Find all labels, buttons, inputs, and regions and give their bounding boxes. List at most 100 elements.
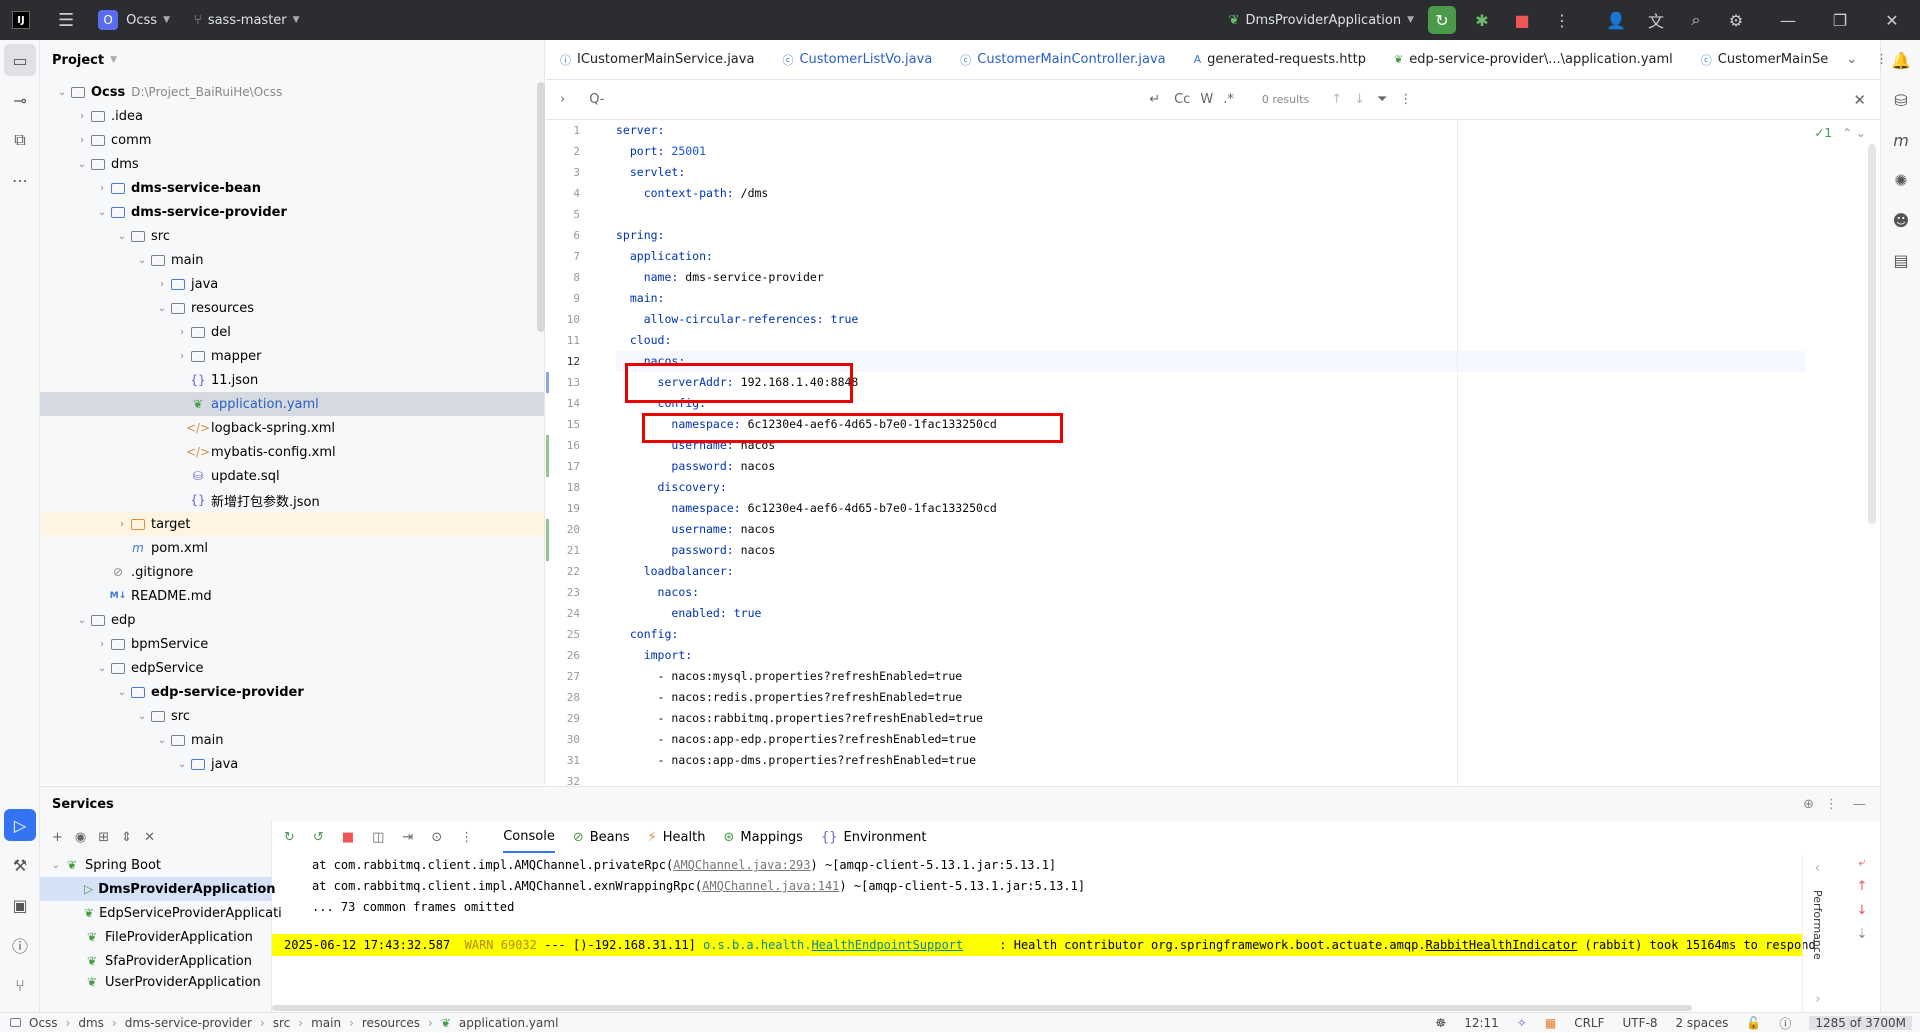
tree-item[interactable]: › java — [40, 272, 544, 296]
find-input[interactable]: Q- — [589, 92, 1149, 107]
chevron-right-icon[interactable]: › — [94, 639, 110, 650]
tab-beans[interactable]: ⊘ Beans — [573, 830, 630, 845]
tree-item[interactable]: ⌄ src — [40, 224, 544, 248]
tree-item[interactable]: ⌄ edp-service-provider — [40, 680, 544, 704]
service-item[interactable]: ❦ UserProviderApplication — [40, 973, 271, 991]
restart-icon[interactable]: ↺ — [313, 830, 324, 845]
tree-item[interactable]: m pom.xml — [40, 536, 544, 560]
console-output[interactable]: at com.rabbitmq.client.impl.AMQChannel.p… — [272, 855, 1816, 1013]
chevron-right-icon[interactable]: › — [174, 327, 190, 338]
debug-icon[interactable]: ✱ — [1468, 6, 1496, 34]
collapse-all-icon[interactable]: ✕ — [144, 830, 155, 845]
code-area[interactable]: server: port: 25001 servlet: context-pat… — [616, 120, 1806, 785]
words-toggle[interactable]: W — [1200, 92, 1213, 107]
stop-icon[interactable]: ■ — [1508, 6, 1536, 34]
editor-scrollbar[interactable] — [1868, 144, 1876, 524]
chevron-right-icon[interactable]: › — [94, 183, 110, 194]
indent-setting[interactable]: 2 spaces — [1675, 1016, 1728, 1030]
tree-item[interactable]: {} 新增打包参数.json — [40, 488, 544, 512]
tab-health[interactable]: ⚡ Health — [648, 830, 706, 845]
chevron-down-icon[interactable]: ⌄ — [74, 615, 90, 626]
line-separator[interactable]: CRLF — [1574, 1016, 1604, 1030]
chevron-right-icon[interactable]: › — [174, 351, 190, 362]
new-line-icon[interactable]: ↵ — [1149, 92, 1160, 107]
project-tool-icon[interactable]: ▭ — [4, 44, 36, 76]
structure-icon[interactable]: ⧉ — [0, 120, 40, 160]
add-service-icon[interactable]: + — [52, 830, 63, 845]
tree-item[interactable]: ⌄ Ocss D:\Project_BaiRuiHe\Ocss — [40, 80, 544, 104]
tree-item[interactable]: › del — [40, 320, 544, 344]
soft-wrap-icon[interactable]: ⤶ — [1847, 855, 1877, 879]
memory-indicator[interactable]: 1285 of 3700M — [1809, 1016, 1912, 1030]
expand-all-icon[interactable]: ⇕ — [121, 830, 132, 845]
branch-switcher[interactable]: ⑂ sass-master ▼ — [186, 0, 308, 40]
breadcrumb-item[interactable]: Ocss — [29, 1016, 58, 1030]
services-tool-icon[interactable]: ▷ — [4, 809, 36, 841]
tree-item[interactable]: › dms-service-bean — [40, 176, 544, 200]
chevron-down-icon[interactable]: ⌄ — [114, 231, 130, 242]
expand-icon[interactable]: › — [560, 92, 565, 107]
add-user-icon[interactable]: 👤 — [1602, 6, 1630, 34]
breadcrumb-item[interactable]: resources — [362, 1016, 420, 1030]
tree-item[interactable]: {} 11.json — [40, 368, 544, 392]
chevron-down-icon[interactable]: ⌄ — [134, 711, 150, 722]
tab-mappings[interactable]: ⊛ Mappings — [723, 830, 802, 845]
file-encoding[interactable]: UTF-8 — [1623, 1016, 1658, 1030]
prev-occurrence-icon[interactable]: ↑ — [1331, 92, 1342, 107]
services-minimize-icon[interactable]: — — [1853, 797, 1866, 812]
expand-right-icon[interactable]: › — [1803, 992, 1833, 1007]
tree-item[interactable]: M↓ README.md — [40, 584, 544, 608]
windows-icon[interactable]: ▦ — [1545, 1016, 1556, 1030]
regex-toggle[interactable]: .* — [1223, 92, 1234, 107]
run-config-selector[interactable]: ❦ DmsProviderApplication ▼ — [1221, 0, 1422, 40]
tree-item[interactable]: </> mybatis-config.xml — [40, 440, 544, 464]
chevron-down-icon[interactable]: ⌄ — [54, 87, 70, 98]
project-panel-header[interactable]: Project ▼ — [40, 40, 544, 80]
chevron-right-icon[interactable]: › — [74, 111, 90, 122]
chevron-right-icon[interactable]: › — [114, 519, 130, 530]
next-occurrence-icon[interactable]: ↓ — [1354, 92, 1365, 107]
maven-icon[interactable]: m — [1881, 120, 1920, 160]
stacktrace-link[interactable]: AMQChannel.java:141 — [702, 879, 839, 893]
logger-link[interactable]: HealthEndpointSupport — [811, 938, 963, 952]
translate-icon[interactable]: 文 — [1642, 6, 1670, 34]
dump-icon[interactable]: ⊙ — [431, 830, 442, 845]
breadcrumb-item[interactable]: application.yaml — [459, 1016, 559, 1030]
tree-item[interactable]: ⌄ src — [40, 704, 544, 728]
rerun-icon[interactable]: ↻ — [284, 830, 295, 845]
console-hscrollbar[interactable] — [272, 1005, 1692, 1011]
chevron-down-icon[interactable]: ⌄ — [74, 159, 90, 170]
scroll-down-icon[interactable]: ↓ — [1847, 903, 1877, 927]
translation-icon[interactable]: ▤ — [1881, 240, 1920, 280]
services-group-springboot[interactable]: ⌄ ❦ Spring Boot — [40, 853, 271, 877]
match-case-toggle[interactable]: Cc — [1174, 92, 1190, 107]
tab-customerlistvo[interactable]: ⓒ CustomerListVo.java — [768, 40, 946, 80]
settings-icon[interactable]: ⚙ — [1722, 6, 1750, 34]
breadcrumb-item[interactable]: src — [273, 1016, 291, 1030]
tree-item[interactable]: ⌄ dms — [40, 152, 544, 176]
tab-console[interactable]: Console — [503, 821, 555, 853]
chevron-right-icon[interactable]: › — [74, 135, 90, 146]
filter-icon[interactable]: ⏷ — [1377, 92, 1387, 107]
caret-position[interactable]: 12:11 — [1464, 1016, 1499, 1030]
tab-customermaincontroller[interactable]: ⓒ CustomerMainController.java — [946, 40, 1179, 80]
chevron-down-icon[interactable]: ⌄ — [154, 303, 170, 314]
collapse-left-icon[interactable]: ‹ — [1803, 861, 1832, 876]
class-link[interactable]: RabbitHealthIndicator — [1426, 938, 1578, 952]
tree-item[interactable]: ⌄ main — [40, 728, 544, 752]
search-icon[interactable]: ⌕ — [1682, 6, 1710, 34]
breadcrumb-item[interactable]: main — [311, 1016, 341, 1030]
commit-icon[interactable]: ⊸ — [0, 80, 40, 120]
chevron-down-icon[interactable]: ⌄ — [114, 687, 130, 698]
copilot-icon[interactable]: ☻ — [1881, 200, 1920, 240]
tab-environment[interactable]: {} Environment — [821, 830, 927, 845]
find-more-icon[interactable]: ⋮ — [1399, 92, 1412, 107]
build-icon[interactable]: ⚒ — [0, 845, 40, 885]
ai-icon[interactable]: ✧ — [1517, 1016, 1527, 1030]
scroll-up-icon[interactable]: ↑ — [1847, 879, 1877, 903]
console-more-icon[interactable]: ⋮ — [460, 830, 473, 845]
tab-customermainservice[interactable]: ⓒ CustomerMainSe — [1687, 40, 1842, 80]
plugin-icon[interactable]: ☸ — [1435, 1016, 1446, 1030]
export-icon[interactable]: ⇥ — [402, 830, 413, 845]
tree-item[interactable]: ⊘ .gitignore — [40, 560, 544, 584]
